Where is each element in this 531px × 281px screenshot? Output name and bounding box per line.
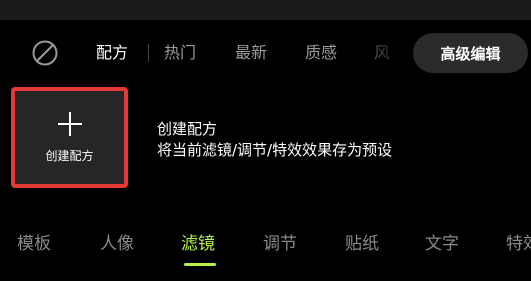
create-recipe-description: 创建配方 将当前滤镜/调节/特效效果存为预设: [157, 119, 392, 161]
create-recipe-label: 创建配方: [45, 149, 94, 163]
recipe-tab-hot[interactable]: 热门: [164, 42, 196, 64]
plus-icon: [57, 112, 82, 136]
bottom-tab-bar: 模板 人像 滤镜 调节 贴纸 文字 特效: [0, 224, 531, 281]
create-recipe-card[interactable]: 创建配方: [11, 87, 128, 188]
bottom-tab-template[interactable]: 模板: [17, 232, 51, 256]
tab-divider: [148, 44, 149, 62]
bottom-tab-sticker[interactable]: 贴纸: [345, 232, 379, 256]
bottom-tab-effects[interactable]: 特效: [506, 232, 531, 256]
bottom-tab-filter[interactable]: 滤镜: [181, 232, 215, 256]
recipe-tab-texture[interactable]: 质感: [305, 42, 337, 64]
recipe-tab-bar: 配方 热门 最新 质感 风 高级编辑: [0, 30, 531, 76]
bottom-tab-text[interactable]: 文字: [425, 232, 459, 256]
recipe-tab-latest[interactable]: 最新: [235, 42, 267, 64]
no-filter-icon[interactable]: [31, 39, 59, 67]
top-strip: [0, 0, 531, 20]
recipe-tab-peifang[interactable]: 配方: [96, 42, 128, 64]
bottom-tab-adjust[interactable]: 调节: [263, 232, 297, 256]
bottom-tab-portrait[interactable]: 人像: [100, 232, 134, 256]
description-title: 创建配方: [157, 120, 218, 138]
tab-fade: [350, 30, 420, 76]
description-subtitle: 将当前滤镜/调节/特效效果存为预设: [157, 141, 393, 159]
advanced-edit-button[interactable]: 高级编辑: [413, 33, 528, 73]
active-tab-indicator: [184, 263, 216, 266]
